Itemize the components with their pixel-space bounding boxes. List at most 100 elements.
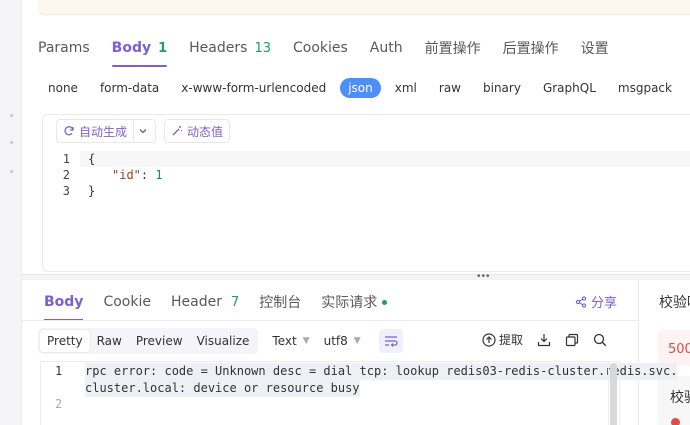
tab-response-header[interactable]: Header 7 [171,284,239,320]
tab-actual-request[interactable]: 实际请求 [321,284,388,320]
search-button[interactable] [593,333,607,347]
tab-label: Cookies [292,40,348,56]
share-button[interactable]: 分享 [575,292,617,311]
tab-label: 后置操作 [502,41,559,57]
line-number: 1 [55,364,63,378]
tab-settings[interactable]: 设置 [581,30,609,66]
tab-label: 前置操作 [424,41,481,57]
status-dot [382,299,388,305]
tab-count: 7 [230,294,240,310]
tab-response-body[interactable]: Body [44,284,84,321]
format-pretty[interactable]: Pretty [40,330,90,352]
share-icon [575,295,587,308]
tab-label: 设置 [580,41,609,57]
format-preview[interactable]: Preview [129,330,190,352]
body-type-json[interactable]: json [340,78,381,98]
tab-label: Header [170,294,222,310]
body-type-msgpack[interactable]: msgpack [610,78,680,98]
tab-label: Auth [369,40,403,56]
line-number: 2 [62,168,70,182]
drag-handle-icon[interactable]: ••• [477,272,491,282]
copy-button[interactable] [565,333,579,347]
body-type-urlencoded[interactable]: x-www-form-urlencoded [173,78,334,98]
search-icon [593,333,607,346]
code-line: 1{ [56,151,690,167]
gutter-dot [10,141,13,144]
tab-post-processors[interactable]: 后置操作 [503,30,559,66]
error-icon [671,418,680,425]
response-text: rpc error: code = Unknown desc = dial tc… [85,363,678,380]
tab-cookies[interactable]: Cookies [293,30,348,66]
json-separator: : [140,168,156,182]
wrap-icon [384,336,398,347]
tab-body[interactable]: Body 1 [111,30,168,67]
tab-label: 控制台 [259,295,302,311]
line-number: 2 [55,397,63,411]
gutter-dot [10,114,13,117]
code-text: } [88,184,96,198]
chevron-down-icon [139,129,146,134]
download-button[interactable] [537,333,551,347]
line-number: 3 [62,184,70,198]
extract-button[interactable]: 提取 [482,331,523,348]
tab-headers[interactable]: Headers 13 [189,30,271,66]
tab-label: 实际请求 [321,295,378,311]
format-group: Pretty Raw Preview Visualize [38,328,259,354]
line-number: 1 [62,152,70,166]
extract-icon [482,332,496,347]
auto-generate-button[interactable]: 自动生成 [56,119,135,143]
code-text: { [88,152,96,166]
refresh-icon [64,126,74,136]
tab-label: Body [111,40,152,56]
response-text: cluster.local: device or resource busy [85,380,360,397]
format-raw[interactable]: Raw [90,330,129,352]
extract-label: 提取 [499,333,524,347]
json-key: "id" [112,168,141,182]
share-label: 分享 [591,296,618,311]
body-type-graphql[interactable]: GraphQL [535,78,604,98]
request-tabs: Params Body 1 Headers 13 Cookies Auth 前置操作… [38,30,631,67]
body-type-xml[interactable]: xml [387,78,425,98]
tab-response-cookie[interactable]: Cookie [103,284,151,320]
divider [22,320,638,321]
dynamic-value-button[interactable]: 动态值 [164,119,231,143]
tab-auth[interactable]: Auth [370,30,403,66]
select-value: utf8 [323,334,348,348]
auto-generate-dropdown[interactable] [134,119,157,143]
magic-wand-icon [172,126,183,136]
response-body-viewer[interactable]: 1 rpc error: code = Unknown desc = dial … [40,361,678,425]
word-wrap-button[interactable] [378,329,403,353]
body-type-selector: none form-data x-www-form-urlencoded jso… [40,78,686,98]
copy-icon [565,333,579,346]
tab-count: 13 [254,40,271,56]
top-banner [38,0,690,15]
format-visualize[interactable]: Visualize [190,330,257,352]
scrollbar[interactable] [610,363,617,425]
encoding-select[interactable]: utf8 ▼ [324,334,361,348]
status-code: 500 [668,342,690,357]
tab-pre-processors[interactable]: 前置操作 [425,30,481,66]
validation-title: 校验 [670,390,690,406]
tab-label: Params [38,40,90,56]
body-type-none[interactable]: none [40,78,86,98]
format-select[interactable]: Text ▼ [272,334,309,348]
code-line: 3} [56,183,690,199]
response-tools: 提取 [482,331,621,348]
dynamic-value-label: 动态值 [187,124,224,139]
download-icon [537,333,551,346]
chevron-down-icon: ▼ [353,336,361,346]
auto-generate-label: 自动生成 [79,124,128,139]
left-gutter [0,0,22,425]
request-code[interactable]: 1{ 2 "id": 1 3} [56,151,690,199]
editor-toolbar: 自动生成 动态值 [56,119,231,143]
body-type-raw[interactable]: raw [431,78,469,98]
json-value: 1 [155,168,163,182]
body-type-binary[interactable]: binary [475,78,529,98]
chevron-down-icon: ▼ [302,336,310,346]
panel-splitter[interactable] [22,274,690,280]
body-type-form-data[interactable]: form-data [92,78,167,98]
tab-console[interactable]: 控制台 [259,284,301,320]
tab-params[interactable]: Params [38,30,90,66]
code-line: 2 "id": 1 [56,167,690,183]
tab-label: Body [44,294,84,310]
